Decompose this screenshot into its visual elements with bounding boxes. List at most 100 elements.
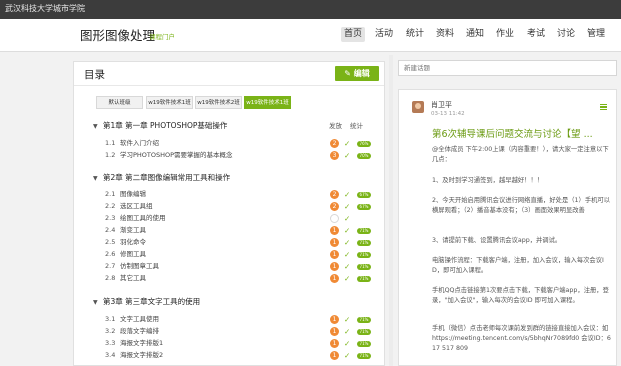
list-item[interactable]: 3.1 文字工具使用	[105, 315, 159, 324]
tab-class-1[interactable]: w19软件技术1班	[146, 96, 193, 109]
check-icon: ✓	[344, 274, 351, 283]
edit-button-label: 编辑	[353, 69, 370, 78]
item-number: 2.6	[105, 250, 116, 258]
publish-count-badge[interactable]: 1	[330, 315, 339, 324]
stat-pill[interactable]: 71%	[357, 264, 371, 270]
nav-home[interactable]: 首页	[341, 27, 365, 42]
topic-title[interactable]: 第6次辅导课后问题交流与讨论【望 ...	[432, 128, 593, 141]
list-item[interactable]: 1.1 软件入门介绍	[105, 139, 159, 148]
item-name: 海报文字排版2	[120, 351, 164, 359]
item-name: 选区工具组	[120, 202, 153, 210]
avatar[interactable]	[412, 101, 424, 113]
stat-pill[interactable]: 71%	[357, 276, 371, 282]
menu-icon[interactable]	[600, 104, 607, 111]
check-icon: ✓	[344, 327, 351, 336]
publish-count-badge[interactable]: 2	[330, 139, 339, 148]
nav-manage[interactable]: 管理	[584, 27, 608, 42]
stat-pill[interactable]: 71%	[357, 317, 371, 323]
publish-count-badge[interactable]: 1	[330, 339, 339, 348]
nav-activity[interactable]: 活动	[372, 27, 396, 42]
publish-count-badge[interactable]: 1	[330, 262, 339, 271]
post-paragraph: 手机QQ点击链接第1次要点击下载，下载客户端app，注册，登录，"加入会议"，输…	[432, 287, 609, 304]
list-item[interactable]: 3.3 海报文字排版1	[105, 339, 163, 348]
nav-homework[interactable]: 作业	[493, 27, 517, 42]
list-item[interactable]: 2.5 羽化命令	[105, 238, 146, 247]
publish-count-badge[interactable]: 1	[330, 274, 339, 283]
stat-pill[interactable]: 71%	[357, 252, 371, 258]
post-time: 03-13 11:42	[431, 111, 465, 117]
chapter-1[interactable]: ▼ 第1章 第一章 PHOTOSHOP基础操作	[93, 120, 227, 132]
stat-pill[interactable]: 71%	[357, 240, 371, 246]
course-portal-label[interactable]: 课程门户	[149, 33, 175, 41]
nav-exams[interactable]: 考试	[524, 27, 548, 42]
list-item[interactable]: 2.3 绘图工具的使用	[105, 214, 166, 223]
edit-button[interactable]: ✎ 编辑	[335, 66, 379, 81]
publish-count-badge[interactable]: 3	[330, 151, 339, 160]
list-item[interactable]: 2.4 渐变工具	[105, 226, 146, 235]
tab-default-class[interactable]: 默认班级	[96, 96, 143, 109]
stat-pill[interactable]: 70%	[357, 153, 371, 159]
item-number: 3.3	[105, 339, 116, 347]
stat-pill[interactable]: 67%	[357, 204, 371, 210]
publish-count-badge[interactable]: 1	[330, 250, 339, 259]
publish-count-badge[interactable]: 1	[330, 226, 339, 235]
chapter-title: 第3章 第三章文字工具的使用	[103, 297, 201, 306]
stat-pill[interactable]: 71%	[357, 228, 371, 234]
chapter-2[interactable]: ▼ 第2章 第二章图像编辑常用工具和操作	[93, 172, 230, 184]
item-number: 2.1	[105, 190, 116, 198]
scrollbar[interactable]	[389, 55, 393, 366]
publish-count-badge[interactable]: 1	[330, 327, 339, 336]
post-paragraph: @全体成员 下午2:00上课（内容重要！），请大家一定注意以下几点：	[432, 146, 609, 163]
item-name: 学习PHOTOSHOP需要掌握的基本概念	[120, 151, 233, 159]
post-paragraph: 电脑操作流程：下载客户端，注册，加入会议，输入每次会议ID，即可加入课程。	[432, 257, 604, 274]
item-number: 3.4	[105, 351, 116, 359]
pencil-icon: ✎	[344, 69, 351, 78]
new-topic-input[interactable]	[398, 60, 617, 76]
item-name: 软件入门介绍	[120, 139, 159, 147]
catalog-panel: 目录 ✎ 编辑 默认班级 w19软件技术1班 w19软件技术2班 w19软件技术…	[73, 61, 385, 366]
post-paragraph: 1、及时到学习通签到，越早越好！！！	[432, 177, 544, 184]
nav-stats[interactable]: 统计	[403, 27, 427, 42]
list-item[interactable]: 2.8 其它工具	[105, 274, 146, 283]
publish-count-badge[interactable]: 1	[330, 238, 339, 247]
author-name[interactable]: 肖卫平	[431, 101, 452, 110]
stat-pill[interactable]: 67%	[357, 192, 371, 198]
topic-card: 肖卫平 03-13 11:42 第6次辅导课后问题交流与讨论【望 ... @全体…	[398, 89, 617, 366]
nav-notices[interactable]: 通知	[463, 27, 487, 42]
item-name: 仿制图章工具	[120, 262, 159, 270]
list-item[interactable]: 2.6 修图工具	[105, 250, 146, 259]
publish-count-badge[interactable]: 2	[330, 202, 339, 211]
item-name: 羽化命令	[120, 238, 146, 246]
nav-resources[interactable]: 资料	[433, 27, 457, 42]
list-item[interactable]: 1.2 学习PHOTOSHOP需要掌握的基本概念	[105, 151, 233, 160]
item-number: 3.1	[105, 315, 116, 323]
item-name: 海报文字排版1	[120, 339, 164, 347]
list-item[interactable]: 2.1 图像编辑	[105, 190, 146, 199]
publish-count-badge[interactable]: 1	[330, 351, 339, 360]
publish-count-badge[interactable]: 2	[330, 190, 339, 199]
stat-pill[interactable]: 71%	[357, 329, 371, 335]
nav-discussion[interactable]: 讨论	[554, 27, 578, 42]
list-item[interactable]: 2.7 仿制图章工具	[105, 262, 159, 271]
list-item[interactable]: 3.4 海报文字排版2	[105, 351, 163, 360]
caret-down-icon: ▼	[93, 299, 98, 306]
chapter-3[interactable]: ▼ 第3章 第三章文字工具的使用	[93, 296, 200, 308]
stat-pill[interactable]: 71%	[357, 353, 371, 359]
check-icon: ✓	[344, 226, 351, 235]
school-name[interactable]: 武汉科技大学城市学院	[5, 3, 85, 15]
tab-class-1-active[interactable]: w19软件技术1班	[244, 96, 291, 109]
stat-pill[interactable]: 71%	[357, 341, 371, 347]
column-publish: 发放	[329, 122, 342, 130]
post-paragraph: 2、今天开始启用腾讯会议进行网络直播，好处是（1）手机可以横屏观看；（2）播音基…	[432, 197, 611, 214]
list-item[interactable]: 2.2 选区工具组	[105, 202, 153, 211]
tab-class-2[interactable]: w19软件技术2班	[195, 96, 242, 109]
course-title[interactable]: 图形图像处理	[80, 28, 155, 44]
divider	[74, 85, 384, 86]
stat-pill[interactable]: 76%	[357, 141, 371, 147]
check-icon: ✓	[344, 351, 351, 360]
list-item[interactable]: 3.2 段落文字编排	[105, 327, 159, 336]
publish-empty-badge[interactable]	[330, 214, 339, 223]
item-name: 其它工具	[120, 274, 146, 282]
check-icon: ✓	[344, 262, 351, 271]
column-stats: 统计	[350, 122, 363, 130]
